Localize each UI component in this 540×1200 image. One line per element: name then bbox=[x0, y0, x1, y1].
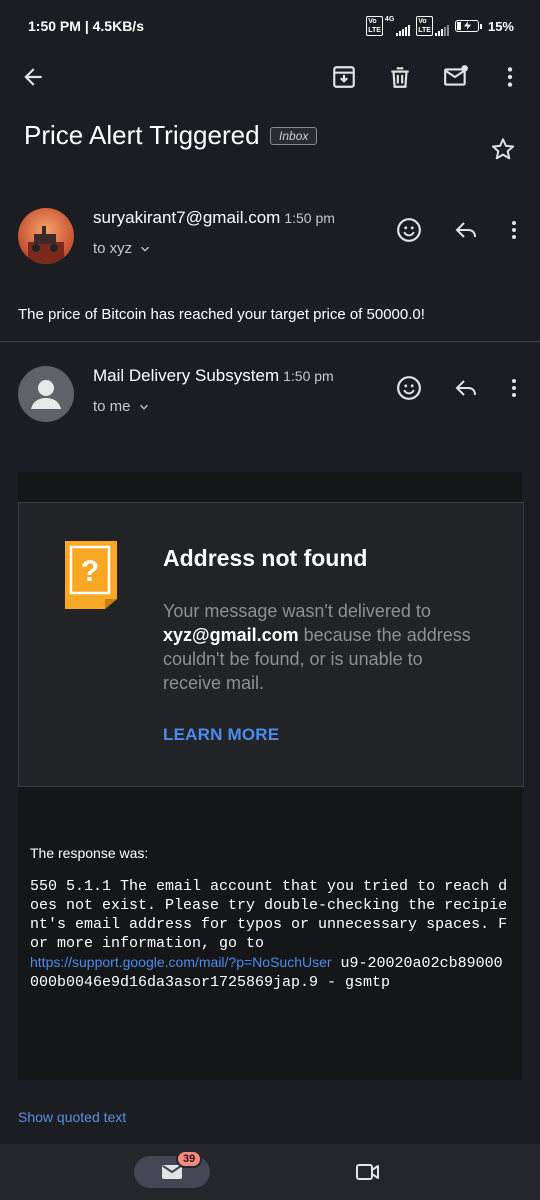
bottom-nav: 39 bbox=[0, 1144, 540, 1200]
more-vert-icon[interactable] bbox=[496, 63, 524, 91]
chevron-down-icon bbox=[141, 246, 150, 252]
reply-icon[interactable] bbox=[452, 374, 480, 402]
failed-address: xyz@gmail.com bbox=[163, 625, 299, 645]
sender-line: suryakirant7@gmail.com 1:50 pm bbox=[93, 208, 335, 228]
sender-name: suryakirant7@gmail.com bbox=[93, 208, 281, 227]
back-icon[interactable] bbox=[19, 63, 47, 91]
unread-count-badge: 39 bbox=[176, 1150, 203, 1168]
emoji-react-icon[interactable] bbox=[395, 216, 423, 244]
mark-unread-icon[interactable] bbox=[442, 63, 470, 91]
chevron-down-icon bbox=[139, 404, 148, 410]
emoji-react-icon[interactable] bbox=[395, 374, 423, 402]
recipient-toggle[interactable]: to xyz bbox=[93, 240, 152, 257]
recipient-text: to xyz bbox=[93, 240, 133, 257]
message-divider bbox=[0, 341, 540, 342]
status-time: 1:50 PM bbox=[28, 18, 81, 34]
battery-icon bbox=[454, 20, 482, 32]
status-network-speed: 4.5KB/s bbox=[92, 18, 144, 34]
message-more-icon[interactable] bbox=[500, 216, 528, 244]
show-quoted-text-link[interactable]: Show quoted text bbox=[18, 1109, 126, 1125]
recipient-toggle[interactable]: to me bbox=[93, 398, 151, 415]
card-title: Address not found bbox=[163, 545, 368, 571]
warning-note-icon: ? bbox=[61, 537, 119, 611]
recipient-text: to me bbox=[93, 398, 131, 415]
message-header-2[interactable]: Mail Delivery Subsystem 1:50 pm to me bbox=[0, 366, 540, 430]
subject-row: Price Alert Triggered Inbox bbox=[24, 120, 524, 164]
svg-text:?: ? bbox=[81, 555, 99, 588]
status-bar: 1:50 PM | 4.5KB/s Vo LTE 4G Vo LTE 15% bbox=[0, 0, 540, 52]
message-more-icon[interactable] bbox=[500, 374, 528, 402]
video-camera-icon bbox=[356, 1164, 379, 1180]
star-icon[interactable] bbox=[490, 136, 518, 164]
inbox-label-chip[interactable]: Inbox bbox=[270, 126, 318, 145]
status-separator: | bbox=[84, 18, 93, 34]
card-message: Your message wasn't delivered to xyz@gma… bbox=[163, 599, 473, 695]
default-avatar-icon[interactable] bbox=[18, 366, 74, 422]
archive-icon[interactable] bbox=[330, 63, 358, 91]
message-header-1[interactable]: suryakirant7@gmail.com 1:50 pm to xyz bbox=[0, 208, 540, 272]
status-left: 1:50 PM | 4.5KB/s bbox=[28, 18, 144, 34]
delete-icon[interactable] bbox=[386, 63, 414, 91]
response-label: The response was: bbox=[30, 845, 149, 861]
status-right: Vo LTE 4G Vo LTE 15% bbox=[366, 16, 514, 36]
sender-line: Mail Delivery Subsystem 1:50 pm bbox=[93, 366, 334, 386]
battery-percent: 15% bbox=[487, 18, 514, 34]
support-link[interactable]: https://support.google.com/mail/?p=NoSuc… bbox=[30, 954, 332, 970]
address-not-found-card: ? Address not found Your message wasn't … bbox=[18, 502, 524, 787]
meet-tab[interactable] bbox=[354, 1159, 382, 1185]
email-subject: Price Alert Triggered bbox=[24, 120, 260, 150]
sim1-signal-icon: Vo LTE 4G bbox=[366, 16, 411, 36]
response-text-before: 550 5.1.1 The email account that you tri… bbox=[30, 878, 508, 952]
learn-more-link[interactable]: LEARN MORE bbox=[163, 725, 279, 745]
message-time: 1:50 pm bbox=[284, 210, 335, 226]
message-body-1: The price of Bitcoin has reached your ta… bbox=[18, 306, 425, 323]
sim1-network-label: 4G bbox=[384, 16, 395, 23]
response-text: 550 5.1.1 The email account that you tri… bbox=[30, 877, 510, 992]
message-time: 1:50 pm bbox=[283, 368, 334, 384]
sender-avatar[interactable] bbox=[18, 208, 74, 264]
card-text-before: Your message wasn't delivered to bbox=[163, 601, 431, 621]
email-toolbar bbox=[0, 52, 540, 102]
bounce-message-body: ? Address not found Your message wasn't … bbox=[18, 472, 524, 1080]
sim2-signal-icon: Vo LTE bbox=[416, 16, 449, 36]
sender-name: Mail Delivery Subsystem bbox=[93, 366, 280, 385]
reply-icon[interactable] bbox=[452, 216, 480, 244]
